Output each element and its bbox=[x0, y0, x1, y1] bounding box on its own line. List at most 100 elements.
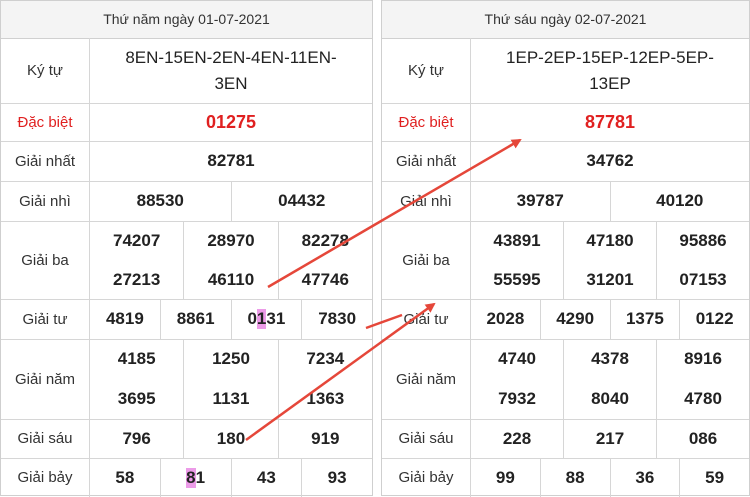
row-third: Giải ba 74207 28970 82278 27213 46110 47… bbox=[1, 221, 372, 300]
row-sixth: Giải sáu 796 180 919 bbox=[1, 419, 372, 459]
third-prize: 47746 bbox=[301, 269, 349, 289]
third-prize: 82278 bbox=[301, 230, 349, 250]
third-prize: 43891 bbox=[471, 221, 564, 260]
sixth-prize: 086 bbox=[688, 428, 718, 448]
label-code: Ký tự bbox=[1, 38, 90, 103]
sixth-prize: 796 bbox=[90, 419, 185, 458]
label-sixth: Giải sáu bbox=[1, 419, 90, 458]
fifth-prize: 4378 bbox=[564, 339, 657, 379]
third-prize: 07153 bbox=[679, 269, 727, 289]
third-prize: 47180 bbox=[564, 221, 657, 260]
fifth-prize: 1363 bbox=[306, 389, 345, 408]
second-prize: 39787 bbox=[471, 181, 611, 221]
first-prize: 82781 bbox=[207, 151, 255, 170]
fifth-prize: 8916 bbox=[684, 349, 722, 368]
row-first: Giải nhất 34762 bbox=[382, 141, 749, 182]
label-sixth: Giải sáu bbox=[382, 419, 471, 458]
sixth-prize: 217 bbox=[564, 419, 657, 458]
third-prize: 95886 bbox=[679, 230, 727, 250]
seventh-prize: 43 bbox=[232, 458, 303, 497]
row-code: Ký tự 1EP-2EP-15EP-12EP-5EP- 13EP bbox=[382, 38, 749, 104]
label-fifth: Giải năm bbox=[1, 339, 90, 419]
third-prize: 31201 bbox=[564, 260, 657, 299]
row-sixth: Giải sáu 228 217 086 bbox=[382, 419, 749, 459]
fourth-prize-highlighted: 0 1 31 bbox=[232, 299, 303, 339]
fourth-prize: 0122 bbox=[695, 309, 734, 328]
row-special: Đặc biệt 87781 bbox=[382, 103, 749, 142]
date-header: Thứ sáu ngày 02-07-2021 bbox=[382, 1, 749, 39]
seventh-prize-highlighted: 81 bbox=[161, 458, 232, 497]
fourth-prize: 1375 bbox=[611, 299, 681, 339]
digit: 1 bbox=[195, 467, 206, 487]
label-seventh: Giải bảy bbox=[382, 458, 471, 497]
code-line-2: 3EN bbox=[214, 73, 248, 93]
label-seventh: Giải bảy bbox=[1, 458, 90, 497]
fifth-prize: 1131 bbox=[184, 379, 279, 419]
second-prize: 04432 bbox=[278, 191, 326, 210]
fifth-prize: 4185 bbox=[90, 339, 185, 379]
row-second: Giải nhì 39787 40120 bbox=[382, 181, 749, 222]
seventh-prize: 59 bbox=[705, 467, 725, 487]
code-line-1: 8EN-15EN-2EN-4EN-11EN- bbox=[125, 47, 337, 67]
row-fifth: Giải năm 4740 4378 8916 7932 8040 4780 bbox=[382, 339, 749, 420]
fourth-prize: 4290 bbox=[541, 299, 611, 339]
third-prize: 74207 bbox=[90, 221, 185, 260]
label-code: Ký tự bbox=[382, 38, 471, 103]
fifth-prize: 4740 bbox=[471, 339, 564, 379]
row-first: Giải nhất 82781 bbox=[1, 141, 372, 182]
row-seventh: Giải bảy 58 81 43 93 bbox=[1, 458, 372, 497]
row-fourth: Giải tư 4819 8861 0 1 31 7830 bbox=[1, 299, 372, 340]
fourth-prize: 7830 bbox=[318, 309, 357, 328]
results-table-left: Thứ năm ngày 01-07-2021 Ký tự 8EN-15EN-2… bbox=[0, 0, 373, 497]
special-prize: 01275 bbox=[205, 111, 257, 132]
label-special: Đặc biệt bbox=[1, 103, 90, 141]
fourth-prize: 4819 bbox=[90, 299, 161, 339]
fifth-prize: 8040 bbox=[564, 379, 657, 419]
third-prize: 27213 bbox=[90, 260, 185, 299]
fourth-prize: 2028 bbox=[471, 299, 541, 339]
highlighted-digit: 1 bbox=[256, 309, 267, 329]
row-third: Giải ba 43891 47180 95886 55595 31201 07… bbox=[382, 221, 749, 300]
highlighted-digit: 8 bbox=[186, 467, 196, 488]
second-prize: 88530 bbox=[90, 181, 232, 221]
third-prize: 28970 bbox=[184, 221, 279, 260]
row-fourth: Giải tư 2028 4290 1375 0122 bbox=[382, 299, 749, 340]
date-header: Thứ năm ngày 01-07-2021 bbox=[1, 1, 372, 39]
first-prize: 34762 bbox=[586, 151, 634, 170]
label-third: Giải ba bbox=[382, 221, 471, 299]
label-first: Giải nhất bbox=[1, 141, 90, 181]
fifth-prize: 3695 bbox=[90, 379, 185, 419]
code-line-2: 13EP bbox=[589, 73, 631, 93]
third-prize: 46110 bbox=[184, 260, 279, 299]
row-second: Giải nhì 88530 04432 bbox=[1, 181, 372, 222]
seventh-prize: 36 bbox=[611, 458, 681, 497]
seventh-prize: 58 bbox=[90, 458, 161, 497]
row-fifth: Giải năm 4185 1250 7234 3695 1131 1363 bbox=[1, 339, 372, 420]
sixth-prize: 228 bbox=[471, 419, 564, 458]
label-second: Giải nhì bbox=[382, 181, 471, 221]
row-special: Đặc biệt 01275 bbox=[1, 103, 372, 142]
fifth-prize: 7234 bbox=[306, 349, 345, 368]
row-seventh: Giải bảy 99 88 36 59 bbox=[382, 458, 749, 497]
code-line-1: 1EP-2EP-15EP-12EP-5EP- bbox=[506, 47, 714, 67]
label-special: Đặc biệt bbox=[382, 103, 471, 141]
third-prize: 55595 bbox=[471, 260, 564, 299]
fifth-prize: 4780 bbox=[684, 389, 722, 408]
seventh-prize: 88 bbox=[541, 458, 611, 497]
label-fourth: Giải tư bbox=[382, 299, 471, 339]
seventh-prize: 99 bbox=[471, 458, 541, 497]
label-first: Giải nhất bbox=[382, 141, 471, 181]
second-prize: 40120 bbox=[656, 191, 704, 210]
row-code: Ký tự 8EN-15EN-2EN-4EN-11EN- 3EN bbox=[1, 38, 372, 104]
label-second: Giải nhì bbox=[1, 181, 90, 221]
special-prize: 87781 bbox=[584, 111, 636, 132]
sixth-prize: 180 bbox=[184, 419, 279, 458]
label-fourth: Giải tư bbox=[1, 299, 90, 339]
digit: 0 bbox=[247, 309, 257, 328]
label-third: Giải ba bbox=[1, 221, 90, 299]
sixth-prize: 919 bbox=[311, 428, 340, 448]
fifth-prize: 1250 bbox=[184, 339, 279, 379]
digit: 31 bbox=[266, 309, 286, 328]
seventh-prize: 93 bbox=[327, 467, 347, 487]
fifth-prize: 7932 bbox=[471, 379, 564, 419]
